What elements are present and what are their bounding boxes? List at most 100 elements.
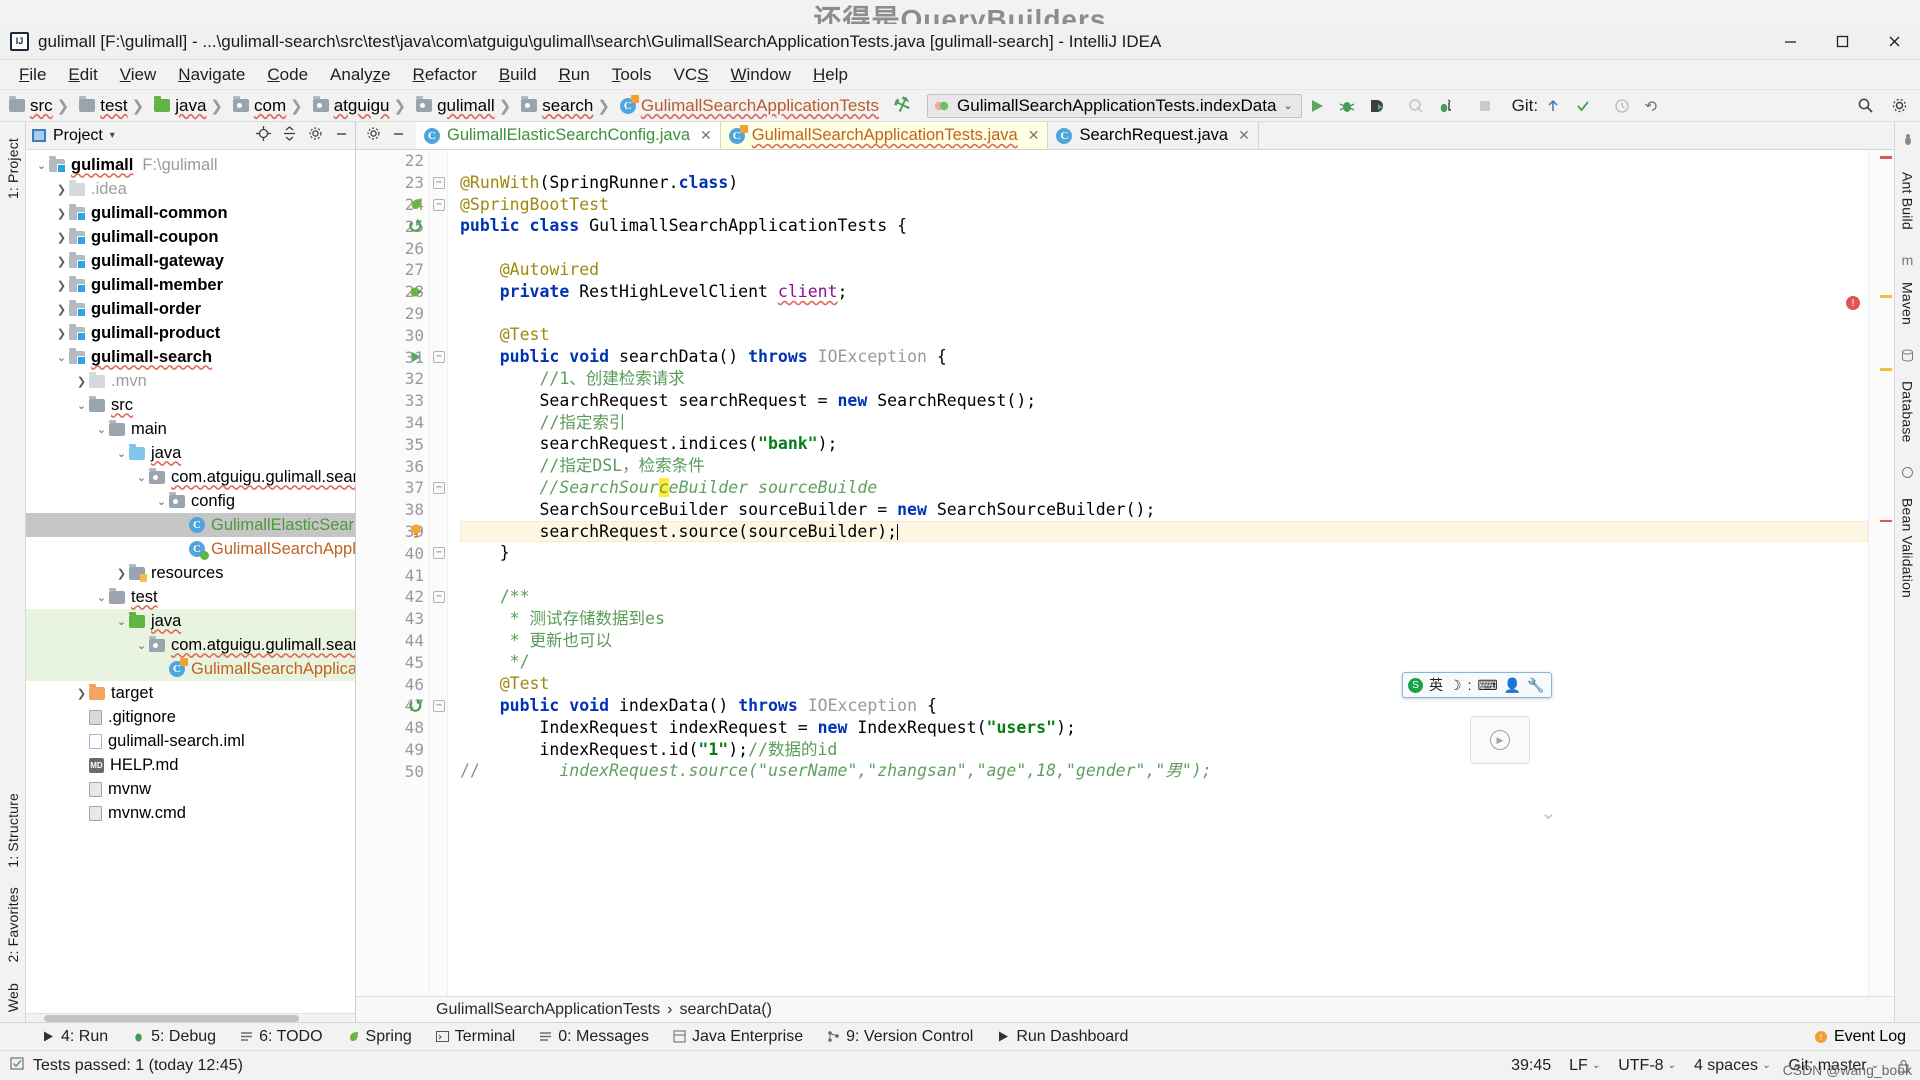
attach-debugger-button[interactable] [1431, 93, 1461, 119]
tool-window-java-enterprise[interactable]: Java Enterprise [661, 1026, 815, 1048]
tree-node[interactable]: ❯ gulimall-member [26, 273, 355, 297]
error-stripe-mark[interactable] [1880, 520, 1892, 522]
code-line[interactable] [460, 150, 1868, 172]
menu-help[interactable]: Help [802, 62, 859, 88]
tree-node[interactable]: ·CGulimallSearchApplica [26, 657, 355, 681]
sidebar-item-favorites[interactable]: 2: Favorites [3, 877, 23, 973]
tree-expand-arrow[interactable]: · [74, 711, 89, 723]
tree-node[interactable]: ⌄ com.atguigu.gulimall.sear [26, 465, 355, 489]
tree-node[interactable]: · gulimall-search.iml [26, 729, 355, 753]
project-horizontal-scrollbar[interactable] [26, 1013, 355, 1022]
menu-vcs[interactable]: VCS [663, 62, 720, 88]
tree-node[interactable]: ⌄ gulimall F:\gulimall [26, 153, 355, 177]
menu-refactor[interactable]: Refactor [402, 62, 488, 88]
tree-expand-arrow[interactable]: · [174, 543, 189, 555]
breadcrumb-item-test[interactable]: test ❯ [76, 94, 151, 118]
tree-node[interactable]: ⌄ java [26, 609, 355, 633]
tree-node[interactable]: ⌄ src [26, 393, 355, 417]
sidebar-item-bean-validation[interactable]: Bean Validation [1898, 488, 1918, 608]
breadcrumb-item-com[interactable]: com ❯ [230, 94, 310, 118]
close-button[interactable] [1868, 24, 1920, 60]
breadcrumb-item-java[interactable]: java ❯ [151, 94, 230, 118]
tree-expand-arrow[interactable]: ⌄ [134, 471, 149, 484]
tree-expand-arrow[interactable]: ❯ [54, 255, 69, 268]
close-icon[interactable]: ✕ [1238, 127, 1250, 144]
code-line[interactable] [460, 237, 1868, 259]
event-log-button[interactable]: ! Event Log [1814, 1028, 1920, 1046]
run-test-icon[interactable] [406, 346, 426, 368]
code-line[interactable] [460, 564, 1868, 586]
inspection-error-badge[interactable]: ! [1846, 296, 1860, 310]
tree-expand-arrow[interactable]: ⌄ [114, 447, 129, 460]
code-line[interactable]: //指定DSL，检索条件 [460, 455, 1868, 477]
warning-stripe-mark[interactable] [1880, 368, 1892, 371]
error-stripe-gutter[interactable] [1868, 150, 1894, 996]
menu-code[interactable]: Code [256, 62, 319, 88]
tree-expand-arrow[interactable]: · [74, 783, 89, 795]
debug-button[interactable] [1332, 93, 1362, 119]
tree-expand-arrow[interactable]: · [74, 759, 89, 771]
tree-expand-arrow[interactable]: · [174, 519, 189, 531]
implemented-icon[interactable] [406, 695, 426, 717]
editor-tab-gulimall-search-application-tests[interactable]: C GulimallSearchApplicationTests.java ✕ [720, 122, 1049, 149]
code-text[interactable]: @RunWith(SpringRunner.class) @SpringBootT… [448, 150, 1868, 996]
code-fold-toggle[interactable]: − [433, 591, 445, 603]
tree-node[interactable]: ❯ gulimall-common [26, 201, 355, 225]
tree-expand-arrow[interactable]: · [74, 735, 89, 747]
menu-file[interactable]: File [8, 62, 57, 88]
tool-window-todo[interactable]: 6: TODO [228, 1026, 334, 1048]
code-line[interactable]: SearchSourceBuilder sourceBuilder = new … [460, 499, 1868, 521]
locate-file-button[interactable] [256, 125, 271, 146]
commit-button[interactable] [1568, 93, 1598, 119]
tree-expand-arrow[interactable]: ❯ [54, 279, 69, 292]
code-fold-toggle[interactable]: − [433, 700, 445, 712]
tree-expand-arrow[interactable]: ❯ [74, 687, 89, 700]
tool-window-run[interactable]: 4: Run [30, 1026, 120, 1048]
tool-window-spring[interactable]: Spring [335, 1026, 424, 1048]
warning-stripe-mark[interactable] [1880, 295, 1892, 298]
tree-expand-arrow[interactable]: ❯ [54, 303, 69, 316]
update-project-button[interactable] [1538, 93, 1568, 119]
tree-expand-arrow[interactable]: ⌄ [154, 495, 169, 508]
tool-window-debug[interactable]: 5: Debug [120, 1026, 228, 1048]
tree-expand-arrow[interactable]: ⌄ [74, 399, 89, 412]
breadcrumb-item-atguigu[interactable]: atguigu ❯ [310, 94, 413, 118]
hammer-icon[interactable]: ⚒ [891, 92, 915, 119]
code-fold-toggle[interactable]: − [433, 351, 445, 364]
code-line[interactable]: public void indexData() throws IOExcepti… [460, 695, 1868, 717]
breadcrumb-method[interactable]: searchData() [679, 1001, 771, 1019]
menu-build[interactable]: Build [488, 62, 548, 88]
code-line[interactable]: @Test [460, 673, 1868, 695]
ime-language-label[interactable]: 英 [1429, 675, 1443, 695]
tree-expand-arrow[interactable]: ⌄ [94, 591, 109, 604]
tree-expand-arrow[interactable]: ⌄ [94, 423, 109, 436]
caret-position[interactable]: 39:45 [1511, 1057, 1551, 1075]
tree-node[interactable]: ❯ gulimall-gateway [26, 249, 355, 273]
tree-node[interactable]: ❯ gulimall-coupon [26, 225, 355, 249]
line-separator[interactable]: LF ⌄ [1569, 1057, 1600, 1075]
menu-run[interactable]: Run [548, 62, 601, 88]
tree-expand-arrow[interactable]: · [154, 663, 169, 675]
code-line[interactable]: //指定索引 [460, 412, 1868, 434]
menu-window[interactable]: Window [719, 62, 801, 88]
code-editor[interactable]: 2223242526272829303132333435363738394041… [356, 150, 1894, 996]
tool-window-run-dashboard[interactable]: Run Dashboard [985, 1026, 1140, 1048]
sidebar-item-structure[interactable]: 1: Structure [3, 783, 23, 878]
tree-node[interactable]: ❯ gulimall-order [26, 297, 355, 321]
code-line[interactable]: //1、创建检索请求 [460, 368, 1868, 390]
tree-node[interactable]: ⌄ config [26, 489, 355, 513]
code-fold-toggle[interactable]: − [433, 547, 445, 560]
sidebar-item-database[interactable]: Database [1898, 371, 1918, 453]
user-icon[interactable]: 👤 [1504, 677, 1521, 694]
tree-expand-arrow[interactable]: ❯ [74, 375, 89, 388]
code-line[interactable]: /** [460, 586, 1868, 608]
tree-node[interactable]: ❯ gulimall-product [26, 321, 355, 345]
code-line[interactable]: public class GulimallSearchApplicationTe… [460, 215, 1868, 237]
tool-window-version-control[interactable]: 9: Version Control [815, 1026, 985, 1048]
tree-expand-arrow[interactable]: ❯ [54, 183, 69, 196]
code-line[interactable]: searchRequest.source(sourceBuilder); [460, 520, 1868, 543]
code-line[interactable]: @Autowired [460, 259, 1868, 281]
tree-expand-arrow[interactable]: ⌄ [134, 639, 149, 652]
tree-node[interactable]: · mvnw [26, 777, 355, 801]
project-tree[interactable]: ⌄ gulimall F:\gulimall ❯ .idea ❯ gulimall-comm… [26, 150, 355, 1013]
